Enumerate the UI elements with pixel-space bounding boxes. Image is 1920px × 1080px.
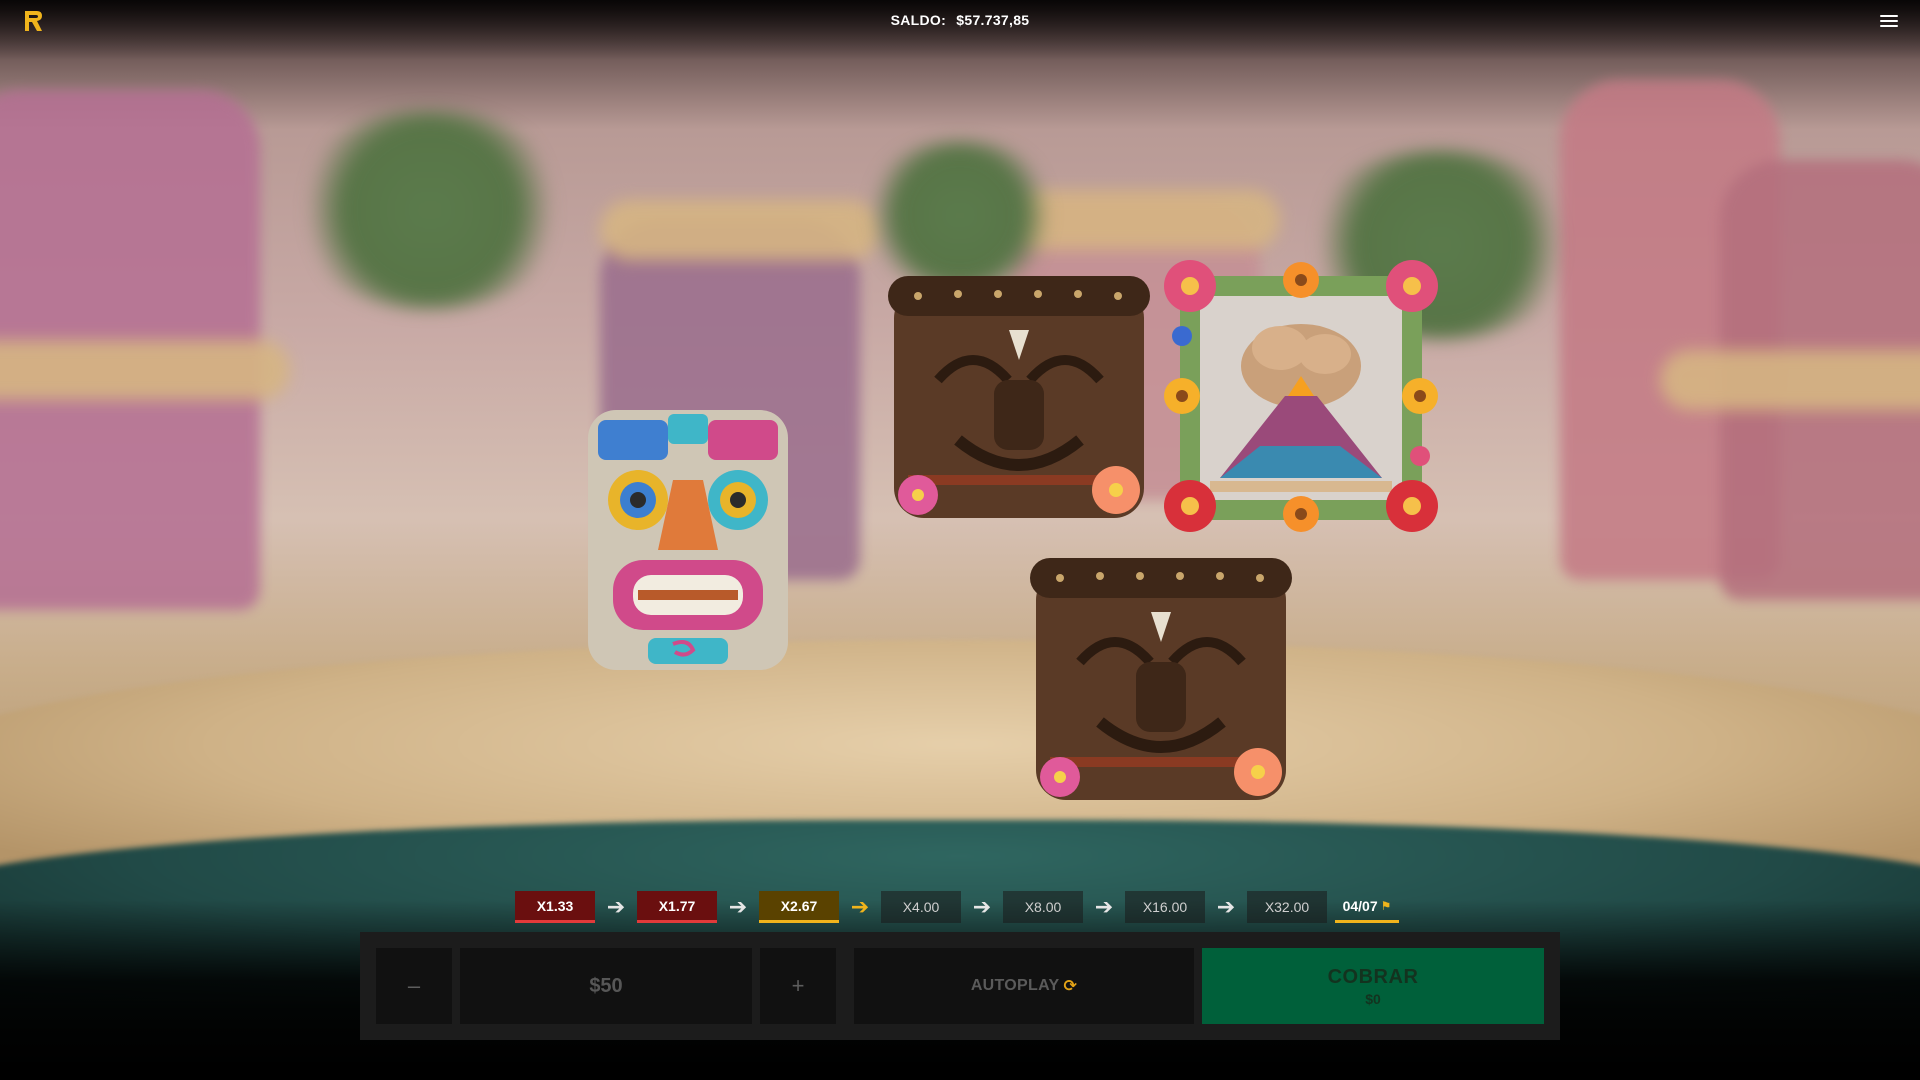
tiki-drum-wood-symbol [888,276,1150,518]
multiplier-step: X16.00 [1125,891,1205,923]
hamburger-menu-icon[interactable] [1880,12,1898,28]
tiki-mask-colorful-symbol [588,410,788,670]
arrow-right-icon: ➔ [1094,894,1114,919]
background-roof [0,340,290,400]
multiplier-step-current: X2.67 [759,891,839,923]
cashout-label: COBRAR [1327,965,1419,988]
multiplier-step: X4.00 [881,891,961,923]
background-palm [860,140,1060,290]
cashout-amount: $0 [1365,990,1381,1007]
balance-display: SALDO: $57.737,85 [0,12,1920,28]
arrow-right-icon: ➔ [972,894,992,919]
arrow-right-icon: ➔ [1216,894,1236,919]
arrow-right-icon: ➔ [850,894,870,919]
multiplier-step: X32.00 [1247,891,1327,923]
background-roof [1660,350,1920,410]
cashout-button[interactable]: COBRAR $0 [1202,948,1544,1024]
balance-value: $57.737,85 [956,12,1030,28]
tiki-drum-wood-symbol [1030,558,1292,800]
control-panel: – $50 + AUTOPLAY ⟳ COBRAR $0 [360,932,1560,1040]
autoplay-label: AUTOPLAY [970,977,1060,994]
volcano-flower-frame-symbol [1164,260,1438,532]
multiplier-step: X1.77 [637,891,717,923]
progress-text: 04/07 [1342,897,1378,914]
arrow-right-icon: ➔ [606,894,626,919]
top-shade [0,0,1920,60]
bet-amount-display: $50 [460,948,752,1024]
multiplier-step: X1.33 [515,891,595,923]
progress-indicator: 04/07 ⚑ [1335,891,1399,923]
checkered-flag-icon: ⚑ [1380,898,1392,913]
multiplier-track: X1.33 ➔ X1.77 ➔ X2.67 ➔ X4.00 ➔ X8.00 ➔ … [515,890,1399,924]
arrow-right-icon: ➔ [728,894,748,919]
balance-label: SALDO: [890,12,947,28]
increase-bet-button[interactable]: + [760,948,836,1024]
background-palm [290,110,570,310]
background-roof [600,200,880,260]
multiplier-step: X8.00 [1003,891,1083,923]
refresh-icon: ⟳ [1063,978,1078,995]
decrease-bet-button[interactable]: – [376,948,452,1024]
autoplay-button[interactable]: AUTOPLAY ⟳ [854,948,1194,1024]
